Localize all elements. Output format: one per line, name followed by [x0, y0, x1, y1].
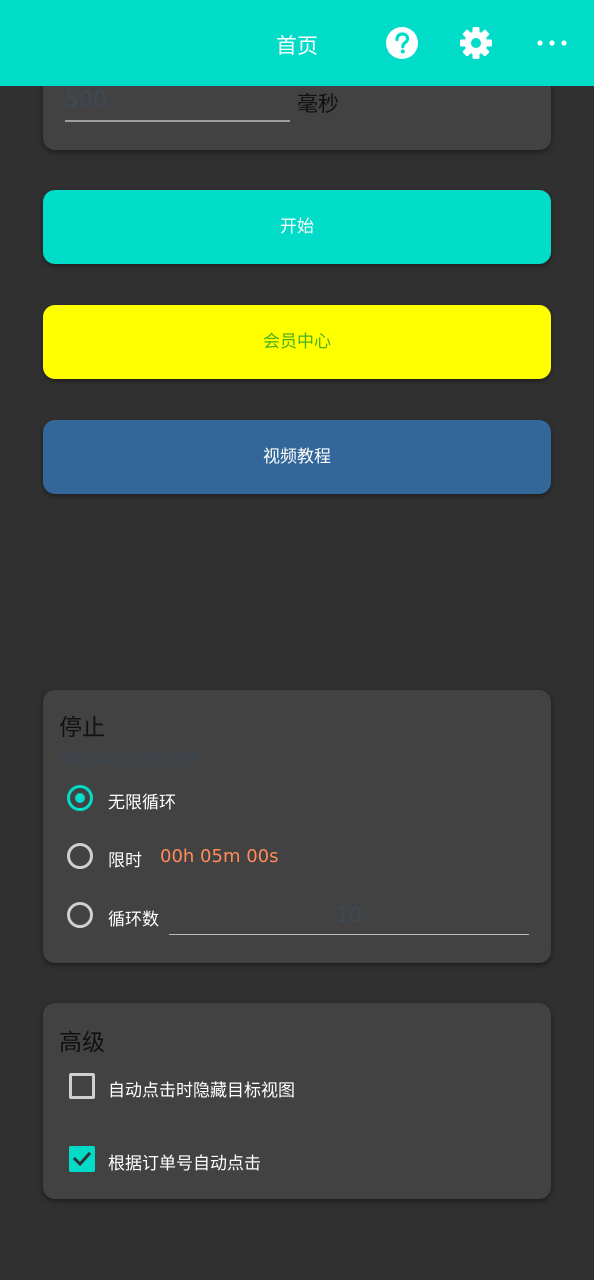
loop-count-label: 循环数	[108, 910, 159, 930]
help-icon[interactable]	[385, 26, 419, 60]
page-title: 首页	[276, 34, 318, 58]
hide-target-view-checkbox[interactable]	[69, 1073, 95, 1099]
interval-unit-label: 毫秒	[297, 92, 339, 116]
time-limit-value[interactable]: 00h 05m 00s	[160, 846, 278, 867]
time-limit-radio[interactable]	[67, 843, 93, 869]
stop-title: 停止	[59, 715, 105, 741]
gear-icon[interactable]	[459, 26, 493, 60]
interval-input[interactable]: 500	[65, 86, 290, 122]
infinite-loop-radio[interactable]	[67, 785, 93, 811]
check-icon	[72, 1151, 92, 1167]
order-auto-click-checkbox[interactable]	[69, 1146, 95, 1172]
app-bar: 首页	[0, 0, 594, 86]
advanced-card: 高级 自动点击时隐藏目标视图 根据订单号自动点击	[43, 1003, 551, 1199]
video-tutorial-button[interactable]: 视频教程	[43, 420, 551, 494]
hide-target-view-label: 自动点击时隐藏目标视图	[108, 1081, 295, 1101]
loop-count-radio[interactable]	[67, 902, 93, 928]
loop-count-input[interactable]: 10	[169, 900, 529, 935]
stop-card: 停止 停止自动点击的条件 无限循环 限时 00h 05m 00s 循环数 10	[43, 690, 551, 963]
time-limit-label: 限时	[108, 851, 142, 871]
stop-subtitle: 停止自动点击的条件	[59, 749, 204, 768]
start-button[interactable]: 开始	[43, 190, 551, 264]
advanced-title: 高级	[59, 1030, 105, 1056]
order-auto-click-label: 根据订单号自动点击	[108, 1154, 261, 1174]
more-icon[interactable]	[535, 26, 569, 60]
infinite-loop-label: 无限循环	[108, 793, 176, 813]
member-center-button[interactable]: 会员中心	[43, 305, 551, 379]
